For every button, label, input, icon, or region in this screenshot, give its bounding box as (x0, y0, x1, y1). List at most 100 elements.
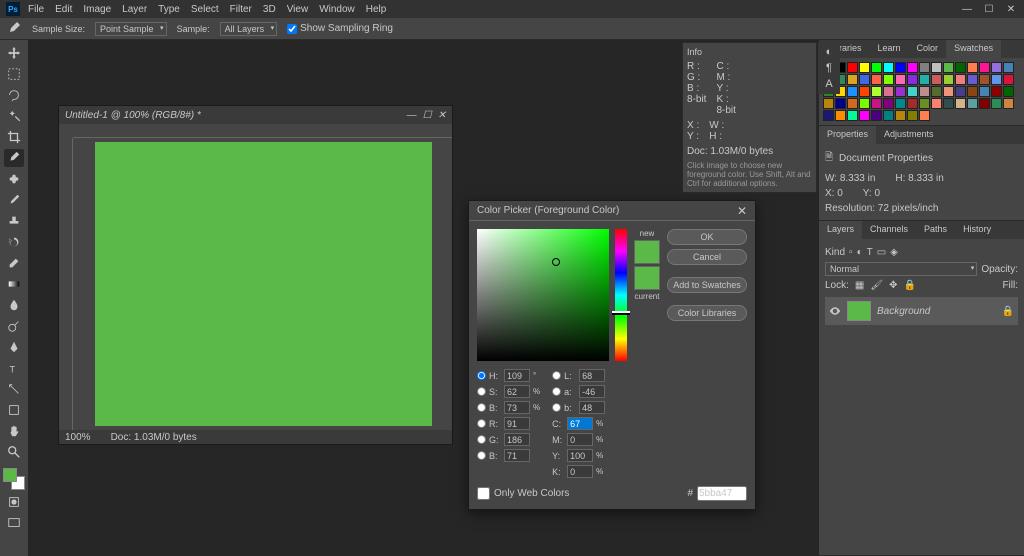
close-icon[interactable]: ✕ (1004, 4, 1018, 15)
type-tool[interactable]: T (4, 359, 24, 377)
swatch[interactable] (955, 86, 966, 97)
healing-tool[interactable] (4, 170, 24, 188)
lock-paint-icon[interactable]: 🖌 (870, 280, 883, 291)
swatch[interactable] (859, 86, 870, 97)
doc-minimize-icon[interactable]: — (407, 110, 417, 121)
swatch[interactable] (943, 98, 954, 109)
swatch[interactable] (967, 86, 978, 97)
dialog-close-icon[interactable]: ✕ (737, 204, 747, 218)
swatch[interactable] (919, 110, 930, 121)
document-tab[interactable]: Untitled-1 @ 100% (RGB/8#) * — ☐ ✕ (59, 106, 452, 124)
blur-tool[interactable] (4, 296, 24, 314)
bb-radio[interactable] (477, 451, 486, 460)
tab-swatches[interactable]: Swatches (946, 40, 1001, 58)
lock-all-icon[interactable]: 🔒 (903, 280, 915, 291)
swatch[interactable] (847, 86, 858, 97)
swatch[interactable] (883, 110, 894, 121)
swatch[interactable] (883, 86, 894, 97)
color-icon[interactable]: ◐ (826, 46, 833, 58)
eraser-tool[interactable] (4, 254, 24, 272)
s-radio[interactable] (477, 387, 486, 396)
l-radio[interactable] (552, 371, 561, 380)
swatch[interactable] (907, 98, 918, 109)
zoom-tool[interactable] (4, 443, 24, 461)
char-icon[interactable]: ¶ (826, 62, 832, 74)
menu-layer[interactable]: Layer (122, 4, 147, 15)
c-field[interactable] (567, 417, 593, 430)
h-field[interactable] (504, 369, 530, 382)
gradient-tool[interactable] (4, 275, 24, 293)
swatch[interactable] (991, 86, 1002, 97)
swatch[interactable] (883, 62, 894, 73)
swatch[interactable] (823, 110, 834, 121)
g-field[interactable] (504, 433, 530, 446)
menu-filter[interactable]: Filter (230, 4, 252, 15)
b-field[interactable] (504, 401, 530, 414)
layer-background[interactable]: Background 🔒 (825, 297, 1018, 325)
shape-tool[interactable] (4, 401, 24, 419)
swatch[interactable] (871, 86, 882, 97)
swatch[interactable] (847, 110, 858, 121)
dialog-titlebar[interactable]: Color Picker (Foreground Color) ✕ (469, 201, 755, 221)
swatch[interactable] (895, 110, 906, 121)
swatch[interactable] (871, 98, 882, 109)
swatch[interactable] (907, 110, 918, 121)
filter-smart-icon[interactable]: ◈ (890, 247, 898, 258)
swatch[interactable] (895, 74, 906, 85)
swatch[interactable] (871, 110, 882, 121)
swatch[interactable] (895, 98, 906, 109)
swatch[interactable] (979, 74, 990, 85)
swatch[interactable] (859, 98, 870, 109)
swatch[interactable] (907, 74, 918, 85)
tab-paths[interactable]: Paths (916, 221, 955, 239)
r-radio[interactable] (477, 419, 486, 428)
menu-image[interactable]: Image (83, 4, 111, 15)
b-radio[interactable] (477, 403, 486, 412)
h-radio[interactable] (477, 371, 486, 380)
path-tool[interactable] (4, 380, 24, 398)
lasso-tool[interactable] (4, 86, 24, 104)
web-colors-checkbox[interactable] (477, 487, 490, 500)
quickmask-tool[interactable] (4, 493, 24, 511)
tab-color[interactable]: Color (909, 40, 947, 58)
filter-image-icon[interactable]: ▫ (849, 247, 853, 258)
filter-shape-icon[interactable]: ▭ (877, 247, 886, 258)
m-field[interactable] (567, 433, 593, 446)
g-radio[interactable] (477, 435, 486, 444)
add-swatches-button[interactable]: Add to Swatches (667, 277, 747, 293)
a-field[interactable] (579, 385, 605, 398)
zoom-level[interactable]: 100% (65, 432, 91, 443)
swatch[interactable] (907, 62, 918, 73)
swatch[interactable] (991, 98, 1002, 109)
sample-dropdown[interactable]: All Layers (220, 22, 278, 36)
swatch[interactable] (1003, 86, 1014, 97)
tab-properties[interactable]: Properties (819, 126, 876, 144)
swatch[interactable] (979, 62, 990, 73)
swatch[interactable] (1003, 74, 1014, 85)
tab-channels[interactable]: Channels (862, 221, 916, 239)
bblue-field[interactable] (504, 449, 530, 462)
tab-learn[interactable]: Learn (870, 40, 909, 58)
swatch[interactable] (859, 74, 870, 85)
show-ring-checkbox[interactable]: Show Sampling Ring (287, 23, 393, 34)
swatch[interactable] (919, 74, 930, 85)
swatch[interactable] (835, 98, 846, 109)
doc-maximize-icon[interactable]: ☐ (423, 110, 432, 121)
stamp-tool[interactable] (4, 212, 24, 230)
sample-size-dropdown[interactable]: Point Sample (95, 22, 167, 36)
swatch[interactable] (967, 62, 978, 73)
foreground-background-color[interactable] (3, 468, 25, 490)
hex-field[interactable] (697, 486, 747, 501)
marquee-tool[interactable] (4, 65, 24, 83)
crop-tool[interactable] (4, 128, 24, 146)
menu-edit[interactable]: Edit (55, 4, 72, 15)
swatch[interactable] (919, 62, 930, 73)
swatch[interactable] (871, 74, 882, 85)
swatch[interactable] (955, 74, 966, 85)
wand-tool[interactable] (4, 107, 24, 125)
k-field[interactable] (567, 465, 593, 478)
menu-file[interactable]: File (28, 4, 44, 15)
s-field[interactable] (504, 385, 530, 398)
tab-history[interactable]: History (955, 221, 999, 239)
visibility-icon[interactable] (829, 305, 841, 317)
